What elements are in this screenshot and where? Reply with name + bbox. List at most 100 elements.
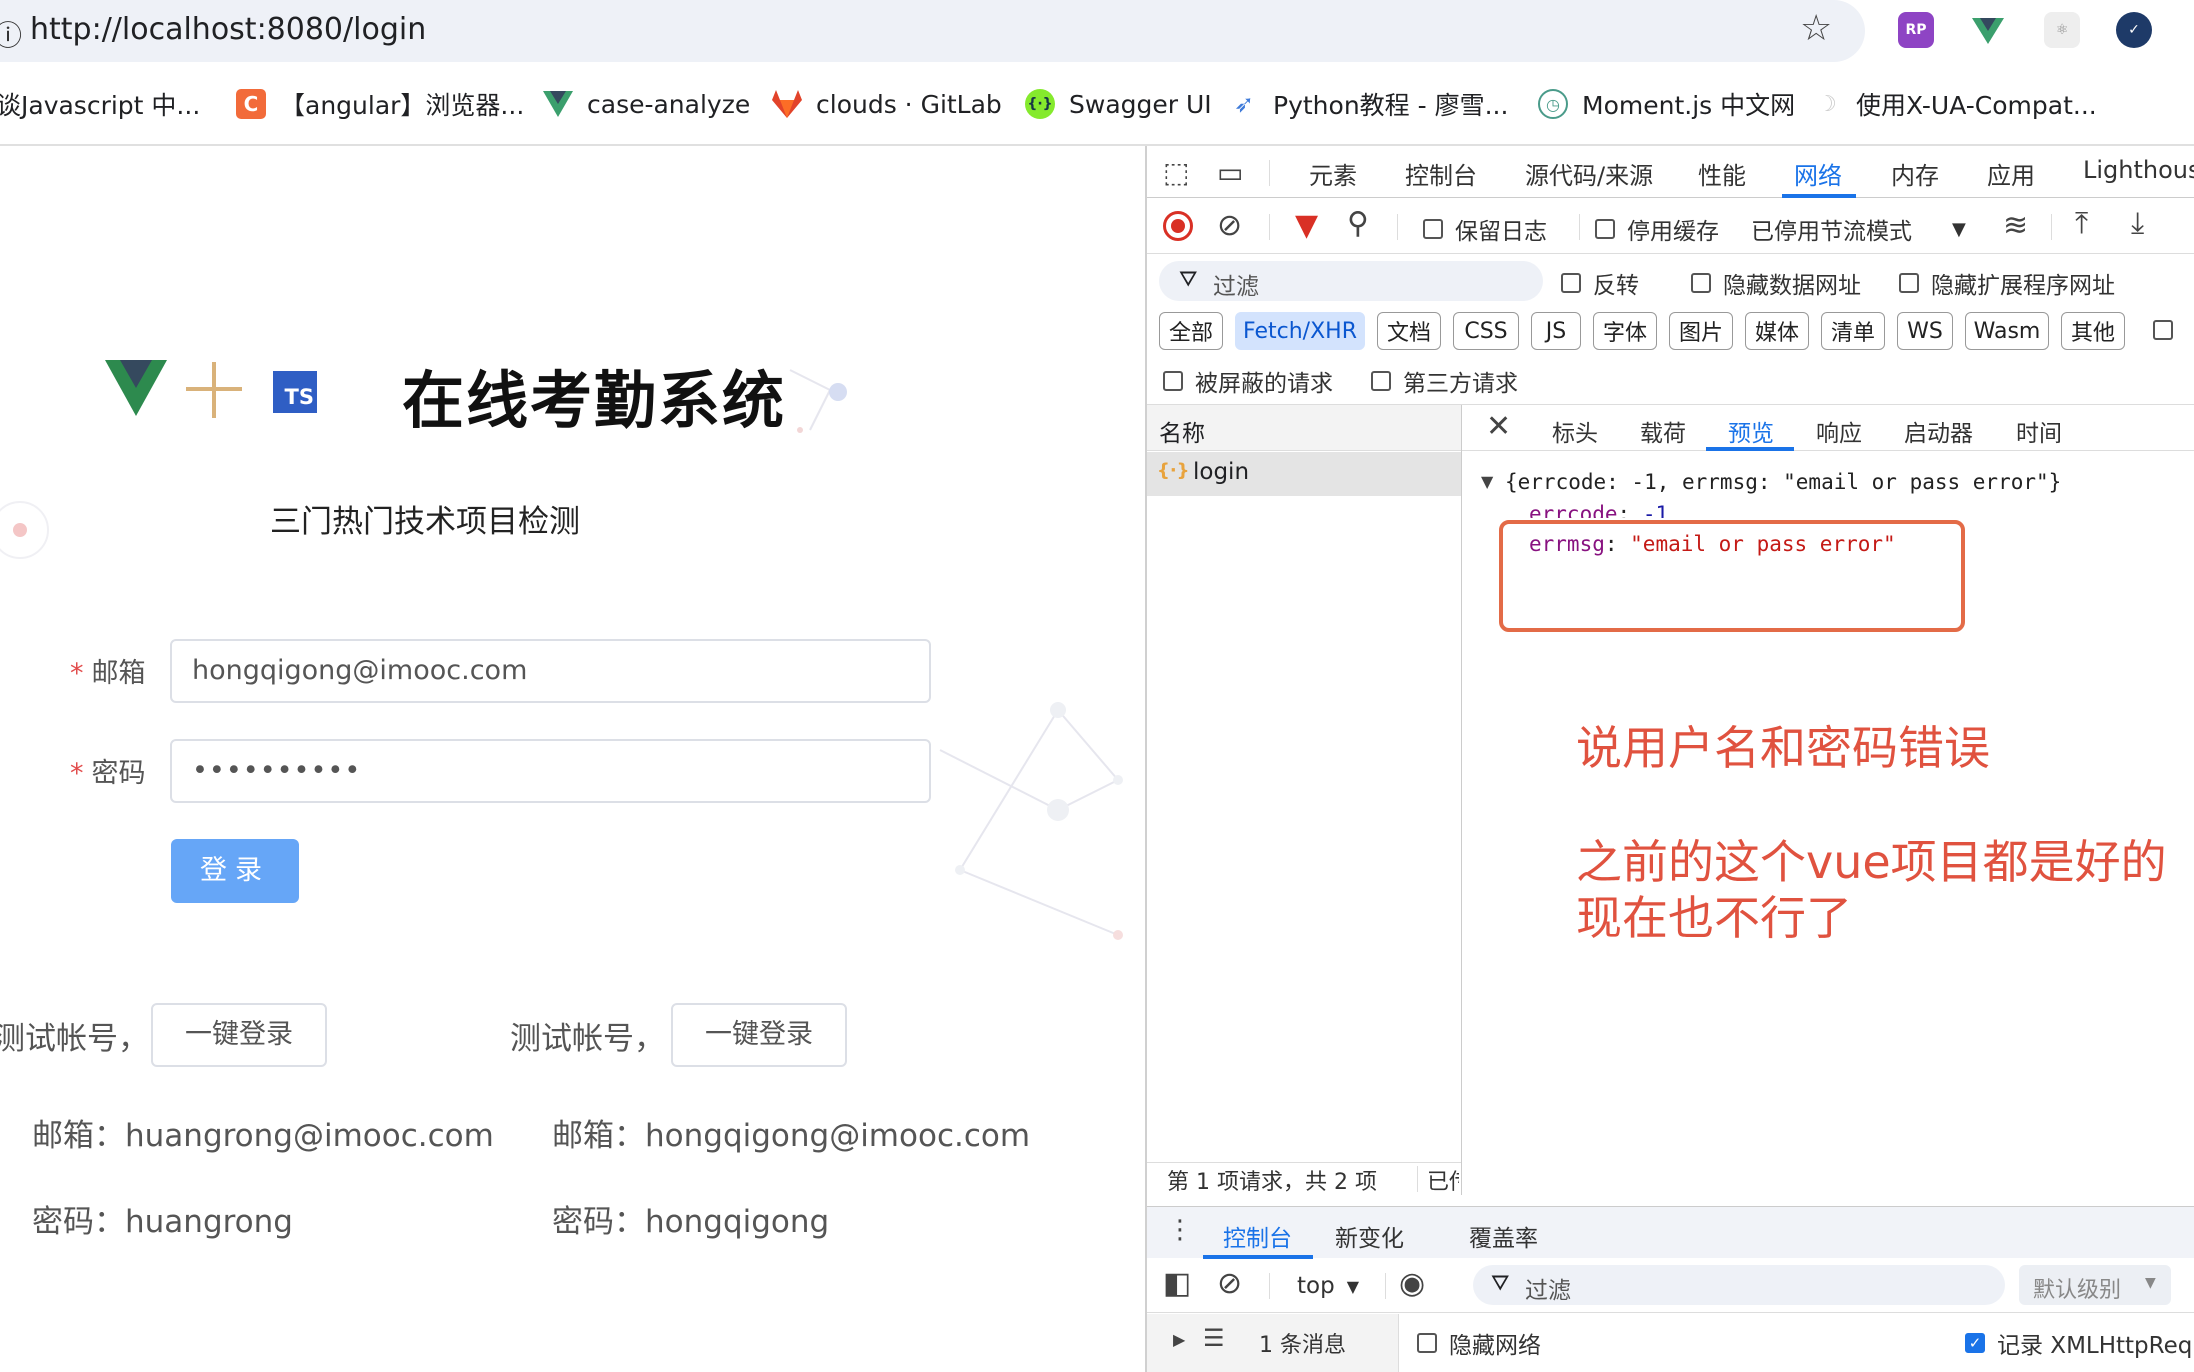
site-info-icon[interactable]: ⓘ [0, 14, 22, 54]
expand-triangle-icon[interactable]: ▶ [1173, 1330, 1185, 1349]
tab-lighthouse[interactable]: Lighthouse [2083, 156, 2194, 184]
type-filter-other[interactable]: 其他 [2061, 312, 2125, 350]
filter-funnel-icon[interactable]: ▼ [1295, 211, 1318, 241]
tab-payload[interactable]: 载荷 [1640, 414, 1686, 448]
log-xhr-checkbox[interactable]: ✓ 记录 XMLHttpRequ [1965, 1326, 2194, 1360]
type-filter-media[interactable]: 媒体 [1745, 312, 1809, 350]
tab-timing[interactable]: 时间 [2016, 414, 2062, 448]
password-field[interactable]: •••••••••• [170, 739, 931, 803]
eye-icon[interactable]: ◉ [1399, 1269, 1425, 1299]
tab-performance[interactable]: 性能 [1698, 156, 1746, 191]
type-filter-wasm[interactable]: Wasm [1965, 312, 2049, 350]
checkbox-label: 保留日志 [1455, 219, 1547, 245]
hide-data-urls-checkbox[interactable]: 隐藏数据网址 [1691, 266, 1861, 300]
bookmark-item[interactable]: ➶ Python教程 - 廖雪... [1229, 78, 1508, 130]
one-click-login-button-2[interactable]: 一键登录 [671, 1003, 847, 1067]
checkbox-box [1561, 273, 1581, 293]
checkbox-checked: ✓ [1965, 1333, 1985, 1353]
upload-icon[interactable]: ⤒ [2075, 209, 2088, 239]
checkbox-box [1899, 273, 1919, 293]
required-mark: * [70, 658, 84, 689]
type-filter-manifest[interactable]: 清单 [1821, 312, 1885, 350]
type-filter-img[interactable]: 图片 [1669, 312, 1733, 350]
bookmark-item[interactable]: ☽ 使用X-UA-Compat... [1812, 78, 2097, 130]
type-filter-font[interactable]: 字体 [1593, 312, 1657, 350]
checkbox-label: 记录 XMLHttpRequ [1997, 1333, 2194, 1359]
type-filter-doc[interactable]: 文档 [1377, 312, 1441, 350]
tab-application[interactable]: 应用 [1987, 156, 2035, 191]
email-field[interactable]: hongqigong@imooc.com [170, 639, 931, 703]
inspect-element-icon[interactable]: ⬚ [1163, 158, 1189, 188]
tab-console[interactable]: 控制台 [1405, 156, 1477, 191]
xhr-icon: {·} [1157, 460, 1190, 481]
more-vert-icon[interactable]: ⋮ [1167, 1215, 1193, 1245]
tab-preview[interactable]: 预览 [1728, 414, 1774, 448]
type-filter-ws[interactable]: WS [1897, 312, 1953, 350]
expand-triangle-icon[interactable]: ▼ [1481, 472, 1493, 491]
drawer-tab-console[interactable]: 控制台 [1223, 1219, 1292, 1253]
preserve-log-checkbox[interactable]: 保留日志 [1423, 212, 1547, 246]
react-icon[interactable]: ⚛ [2044, 12, 2080, 48]
errcode-line: errcode: -1 [1529, 502, 1668, 518]
bookmark-item[interactable]: C 【angular】浏览器... [236, 78, 524, 130]
network-conditions-icon[interactable]: ≋ [2003, 211, 2028, 241]
console-toolbar: ◧ ⊘ top ▼ ◉ ⛛ 过滤 默认级别 ▼ [1147, 1259, 2194, 1313]
device-toolbar-icon[interactable]: ▭ [1217, 158, 1243, 188]
message-count[interactable]: 1 条消息 [1259, 1327, 1346, 1359]
tab-elements[interactable]: 元素 [1309, 156, 1357, 191]
log-level-select[interactable]: 默认级别 ▼ [2019, 1265, 2171, 1305]
tab-sources[interactable]: 源代码/来源 [1525, 156, 1653, 191]
record-icon[interactable] [1163, 211, 1193, 241]
clear-console-icon[interactable]: ⊘ [1217, 1269, 1242, 1299]
type-filter-css[interactable]: CSS [1453, 312, 1519, 350]
disable-cache-checkbox[interactable]: 停用缓存 [1595, 212, 1719, 246]
drawer-tab-changes[interactable]: 新变化 [1335, 1219, 1404, 1253]
download-icon[interactable]: ⤓ [2131, 209, 2144, 239]
one-click-login-button-1[interactable]: 一键登录 [151, 1003, 327, 1067]
clear-icon[interactable]: ⊘ [1217, 211, 1242, 241]
bookmark-item[interactable]: 谈Javascript 中... [0, 78, 200, 130]
invert-checkbox[interactable]: 反转 [1561, 266, 1639, 300]
required-mark: * [70, 758, 84, 789]
tab-memory[interactable]: 内存 [1891, 156, 1939, 191]
tab-initiator[interactable]: 启动器 [1904, 414, 1973, 448]
tab-response[interactable]: 响应 [1816, 414, 1862, 448]
console-filter-input[interactable]: ⛛ 过滤 [1473, 1265, 2005, 1305]
type-filter-all[interactable]: 全部 [1159, 312, 1223, 350]
network-toolbar: ⊘ ▼ ⚲ 保留日志 停用缓存 已停用节流模式 ▼ ≋ ⤒ ⤓ [1147, 198, 2194, 254]
type-filter-js[interactable]: JS [1531, 312, 1581, 350]
drawer-tab-coverage[interactable]: 覆盖率 [1469, 1219, 1538, 1253]
check-icon[interactable]: ✓ [2116, 12, 2152, 48]
context-select[interactable]: top ▼ [1297, 1273, 1359, 1299]
bookmark-item[interactable]: {·} Swagger UI [1025, 78, 1212, 130]
vue-devtools-icon[interactable] [1970, 12, 2006, 48]
chevron-down-icon: ▼ [1952, 218, 1966, 240]
more-filters-checkbox[interactable] [2153, 320, 2173, 340]
bookmark-item[interactable]: case-analyze [543, 78, 750, 130]
bookmark-item[interactable]: clouds · GitLab [772, 78, 1002, 130]
hide-extension-urls-checkbox[interactable]: 隐藏扩展程序网址 [1899, 266, 2115, 300]
rp-icon[interactable]: RP [1898, 12, 1934, 48]
sidebar-toggle-icon[interactable]: ◧ [1163, 1269, 1191, 1299]
console-filter-placeholder: 过滤 [1525, 1278, 1571, 1304]
third-party-checkbox[interactable]: 第三方请求 [1371, 364, 1518, 398]
blocked-requests-checkbox[interactable]: 被屏蔽的请求 [1163, 364, 1333, 398]
type-filter-fetch-xhr[interactable]: Fetch/XHR [1235, 312, 1365, 350]
address-bar[interactable]: ⓘ http://localhost:8080/login ☆ [0, 0, 1865, 62]
vue-logo-inner-icon [120, 360, 152, 388]
bookmark-star-icon[interactable]: ☆ [1800, 8, 1832, 49]
tab-network[interactable]: 网络 [1794, 156, 1842, 191]
page-title: 在线考勤系统 [402, 364, 787, 437]
request-row[interactable]: {·} login [1147, 452, 1461, 496]
close-icon[interactable]: ✕ [1486, 409, 1511, 444]
throttle-select[interactable]: 已停用节流模式 ▼ [1751, 212, 1966, 246]
hide-network-checkbox[interactable]: 隐藏网络 [1417, 1326, 1541, 1360]
bookmark-item[interactable]: ◷ Moment.js 中文网 [1538, 78, 1795, 130]
transferred-status: 已传 [1427, 1170, 1459, 1195]
tab-headers[interactable]: 标头 [1552, 414, 1598, 448]
name-column-header[interactable]: 名称 [1147, 405, 1461, 451]
filter-input[interactable]: ⛛ 过滤 [1159, 261, 1543, 301]
login-button[interactable]: 登录 [171, 839, 299, 903]
search-icon[interactable]: ⚲ [1347, 209, 1369, 239]
bookmark-label: 使用X-UA-Compat... [1856, 91, 2097, 120]
